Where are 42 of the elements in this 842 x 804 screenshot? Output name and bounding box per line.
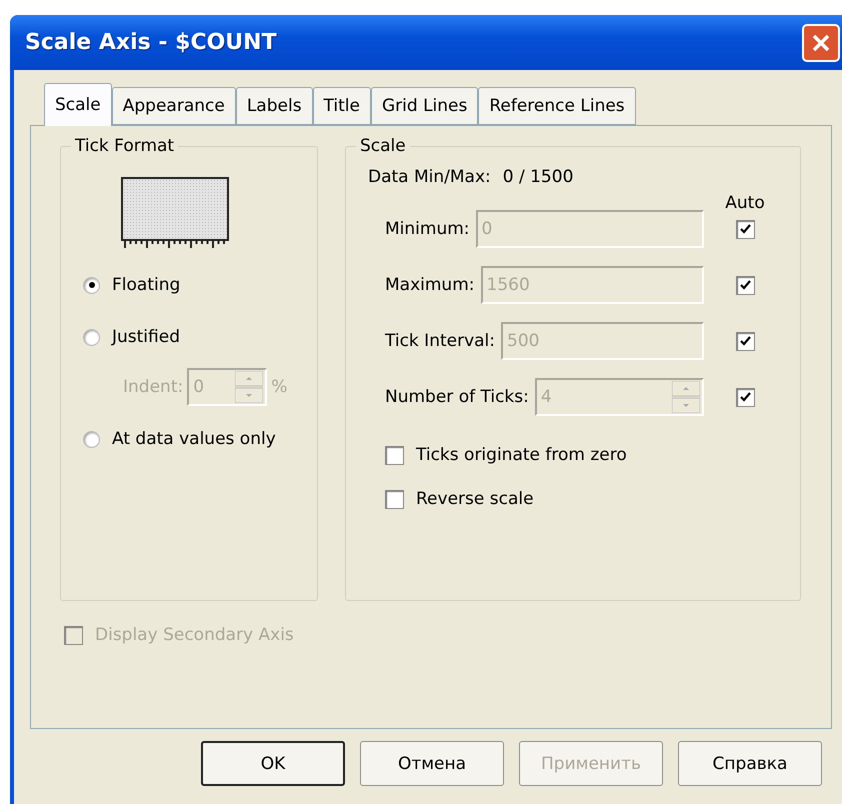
dialog-button[interactable]: OK bbox=[201, 741, 345, 786]
tab[interactable]: Title bbox=[312, 87, 371, 125]
dialog-button[interactable]: Отмена bbox=[360, 741, 504, 786]
radio-button[interactable] bbox=[83, 430, 100, 448]
data-range-label: Data Min/Max: bbox=[368, 167, 491, 187]
tab[interactable]: Appearance bbox=[112, 87, 236, 125]
field-label: Maximum: bbox=[385, 275, 474, 295]
radio-label: Floating bbox=[112, 275, 180, 295]
checkbox-label: Ticks originate from zero bbox=[416, 445, 627, 465]
spinner-arrows-icon bbox=[235, 371, 264, 403]
checkbox[interactable] bbox=[385, 490, 404, 508]
field-label: Number of Ticks: bbox=[385, 387, 529, 407]
checkbox-label: Reverse scale bbox=[416, 489, 534, 509]
axis-preview-icon bbox=[121, 177, 229, 249]
dialog-button[interactable]: Справка bbox=[678, 741, 822, 786]
radio-label: At data values only bbox=[112, 429, 276, 449]
checkbox[interactable] bbox=[736, 388, 754, 406]
tab[interactable]: Reference Lines bbox=[478, 87, 636, 125]
radio-button[interactable] bbox=[83, 328, 100, 346]
checkbox[interactable] bbox=[736, 220, 754, 238]
window-title: Scale Axis - $COUNT bbox=[25, 30, 277, 55]
check-icon bbox=[740, 392, 750, 402]
checkbox[interactable] bbox=[736, 276, 754, 294]
field-label: Indent: bbox=[123, 377, 184, 397]
data-range-value: 0 / 1500 bbox=[502, 167, 574, 187]
column-header: Auto bbox=[725, 193, 765, 213]
check-icon bbox=[740, 336, 750, 346]
checkbox[interactable] bbox=[385, 446, 404, 464]
checkbox[interactable] bbox=[736, 332, 754, 350]
close-button[interactable] bbox=[802, 24, 840, 62]
tab[interactable]: Grid Lines bbox=[370, 87, 478, 125]
checkbox-label: Display Secondary Axis bbox=[95, 625, 294, 645]
tab[interactable]: Scale bbox=[44, 83, 112, 126]
unit-label: % bbox=[271, 377, 288, 397]
field-label: Tick Interval: bbox=[385, 331, 496, 351]
field-label: Minimum: bbox=[385, 219, 470, 239]
radio-button[interactable] bbox=[83, 276, 100, 294]
tab[interactable]: Labels bbox=[236, 87, 313, 125]
check-icon bbox=[740, 224, 750, 234]
spinner-arrows-icon bbox=[672, 381, 700, 413]
check-icon bbox=[740, 280, 750, 290]
radio-label: Justified bbox=[112, 327, 180, 347]
